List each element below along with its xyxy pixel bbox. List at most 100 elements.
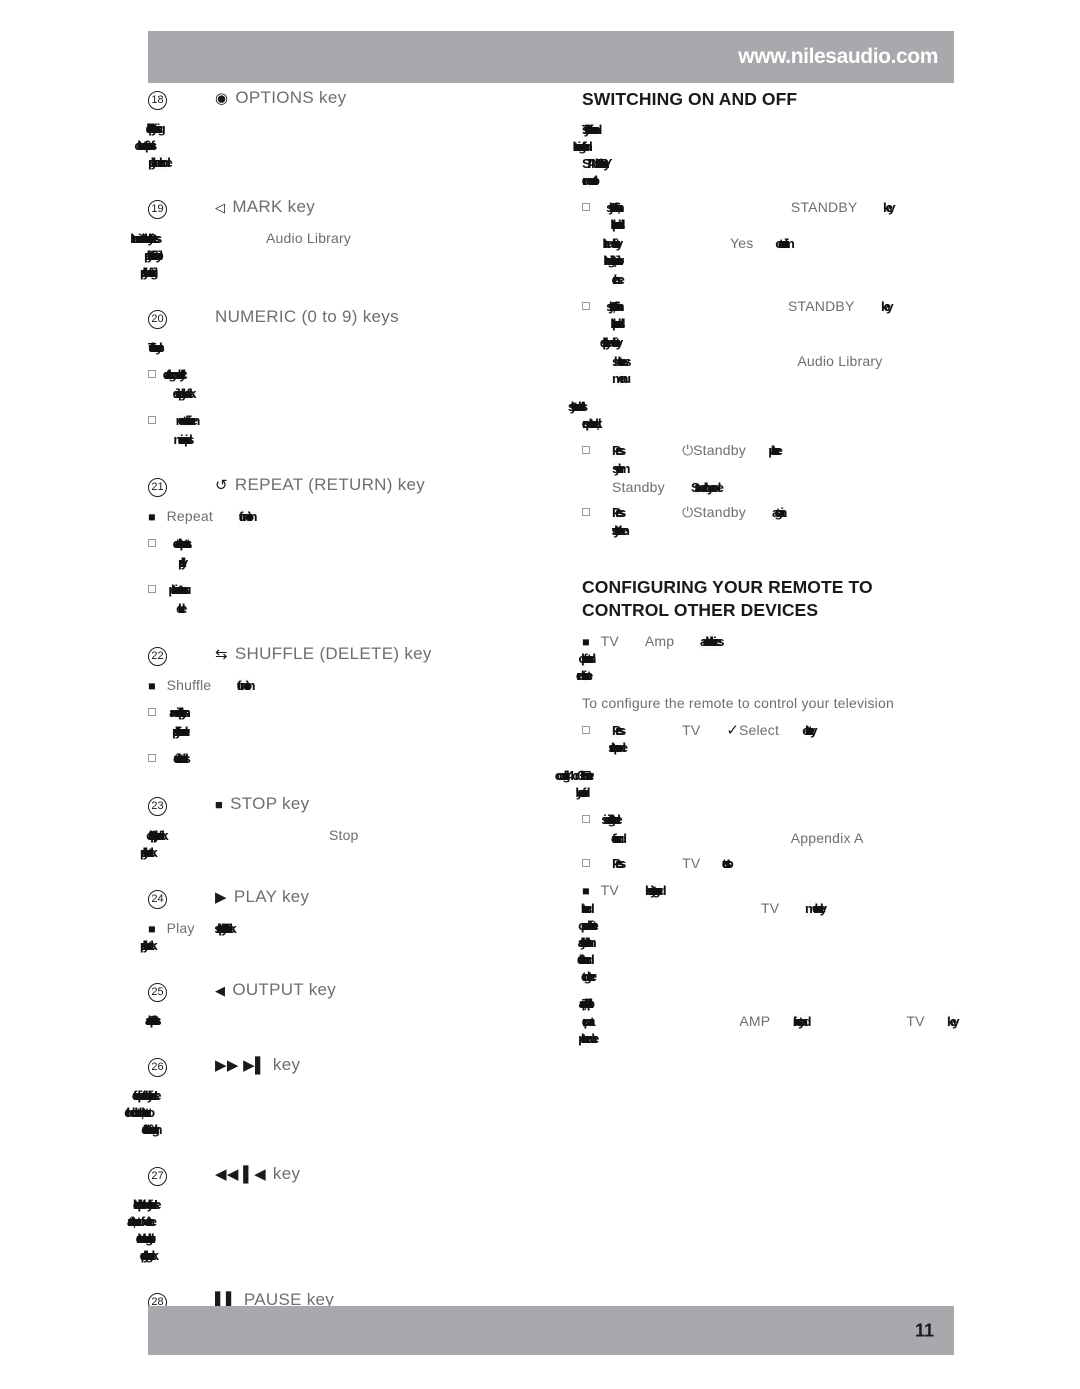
- bullet-line: press and hold the: [612, 317, 619, 331]
- switching-intro: The system can be switched on and off us…: [582, 122, 954, 189]
- bullet-line: found in: [612, 832, 620, 846]
- bullet-line: To switch the system on,: [612, 201, 621, 215]
- note-marker-icon: ■: [582, 635, 589, 649]
- entry-title-row: ↺ REPEAT (RETURN) key: [215, 475, 425, 495]
- configuring-bullet-tv: Press TV ✓ Select key to enter the setup…: [582, 722, 954, 757]
- body-line: respond, check the: [582, 417, 599, 431]
- inline-label-audio-library: Audio Library: [797, 353, 883, 369]
- inline-tail: key: [946, 1015, 960, 1029]
- section-heading-switching: SWITCHING ON AND OFF: [582, 89, 798, 109]
- body-line: The system can be switched: [582, 123, 602, 137]
- entry-title: NUMERIC (0 to 9) keys: [215, 307, 399, 326]
- bullet-item: Press ⏻ Standby to place the system in S…: [582, 442, 954, 495]
- bullet-prefix: Press: [612, 506, 626, 520]
- left-column: 18 ◉ OPTIONS key Pressing this key displ…: [148, 88, 548, 1339]
- right-column: SWITCHING ON AND OFF The system can be s…: [582, 88, 960, 1047]
- inline-label-standby-mode: Standby: [612, 479, 665, 495]
- body-line: Stops playback of the current: [148, 829, 159, 843]
- inline-label-audio-library: Audio Library: [266, 230, 352, 246]
- shuffle-arrows-icon: ⇆: [215, 645, 228, 663]
- entry-title-row: ◉ OPTIONS key: [215, 88, 346, 108]
- inline-tail: to place the: [771, 444, 782, 458]
- entry-title-row: ◁ MARK key: [215, 197, 315, 217]
- repeat-loop-icon: ↺: [215, 476, 228, 494]
- entry-18-body: Pressing this key displays the of option…: [148, 121, 548, 171]
- bullet-line: Standby mode: [690, 481, 724, 495]
- entry-title-row: ■ STOP key: [215, 794, 309, 814]
- inline-tail: mode key: [805, 902, 827, 916]
- bullet-line: release: [612, 273, 625, 287]
- bullet-line: system in: [612, 462, 624, 476]
- inline-label-standby: Standby: [693, 442, 746, 458]
- inline-tail: key: [883, 201, 896, 215]
- bullet-line: returns to the previous menu: [178, 583, 192, 597]
- entry-number: 19: [148, 200, 167, 219]
- body-line: Pressing this key displays the: [148, 122, 156, 136]
- output-speaker-icon: ◀: [215, 982, 226, 998]
- key-entry-22: 22 ⇆ SHUFFLE (DELETE) key: [148, 644, 548, 666]
- bullet-square-icon: [582, 302, 590, 310]
- inline-label-amp: AMP: [739, 1013, 771, 1029]
- entry-27-body: Use this key to skip back to the start o…: [148, 1197, 548, 1264]
- entry-title: OPTIONS key: [235, 88, 347, 107]
- configuring-legible-paragraph: To configure the remote to control your …: [582, 695, 954, 712]
- bullet-item: Press ⏻ Standby again to wake the system: [582, 504, 954, 540]
- entry-number: 23: [148, 797, 167, 816]
- bullet-line: the setup mode: [612, 741, 628, 755]
- switching-post: If the system does not respond, check th…: [582, 399, 954, 432]
- inline-label-tv: TV: [682, 722, 701, 738]
- bullet-square-icon: [148, 754, 156, 762]
- bullet-line: level: [178, 602, 185, 616]
- configuring-footer-block: To operate an amplifier, repeat AMP key …: [582, 996, 960, 1047]
- bullet-line: wake the system: [612, 524, 630, 538]
- bullet-line: required in menus: [178, 433, 194, 447]
- entry-25-body: Selects the audio output zone: [148, 1013, 548, 1029]
- body-line: or hold to rewind through: [148, 1232, 156, 1246]
- entry-number: 21: [148, 478, 167, 497]
- page-number: 11: [914, 1320, 934, 1340]
- entry-22-bullets: plays tracks in random order from a play…: [148, 704, 548, 768]
- entry-number: 27: [148, 1167, 167, 1186]
- key-entry-23: 23 ■ STOP key: [148, 794, 548, 816]
- mark-flag-icon: ◁: [215, 199, 226, 215]
- section-heading-configuring-line2: CONTROL OTHER DEVICES: [582, 600, 819, 620]
- bullet-item: returns to the previous menu level: [148, 581, 548, 618]
- note-marker-icon: ■: [148, 922, 155, 936]
- fast-forward-next-icon: ▶▶ ▶▌: [215, 1056, 266, 1074]
- bullet-prefix: Press: [612, 444, 626, 458]
- bullet-line: enter numeric values when: [178, 414, 201, 428]
- configuring-intro: ■ TV Amp and other devices can be operat…: [582, 633, 954, 684]
- manual-page: www.nilesaudio.com 18 ◉ OPTIONS key Pres…: [0, 0, 1080, 1389]
- bullet-square-icon: [582, 859, 590, 867]
- inline-label-tv: TV: [906, 1013, 925, 1029]
- page-footer-bar: 11: [148, 1306, 954, 1355]
- configuring-bullets-two: the code listing is found in Appendix A …: [582, 811, 954, 871]
- entry-20-body: These keys are used to:: [148, 340, 548, 356]
- entry-title-row: NUMERIC (0 to 9) keys: [215, 307, 399, 327]
- body-line: repeat: [582, 1015, 595, 1029]
- entry-title: OUTPUT key: [232, 980, 337, 999]
- bullet-item: plays tracks in random order from a play…: [148, 704, 548, 741]
- inline-label-tv: TV: [600, 633, 619, 649]
- bullet-square-icon: [148, 416, 156, 424]
- inline-label-select: Select: [738, 722, 780, 738]
- inline-label-yes: Yes: [730, 235, 754, 251]
- bullet-item: enter numeric values when required in me…: [148, 412, 548, 449]
- inline-label-tv: TV: [600, 882, 619, 898]
- section-heading-configuring-line1: CONFIGURING YOUR REMOTE TO: [582, 577, 873, 597]
- key-entry-27: 27 ◀◀ ▌◀ key: [148, 1164, 548, 1186]
- inline-label-standby: STANDBY: [788, 298, 855, 314]
- entry-title: STOP key: [230, 794, 310, 813]
- key-entry-24: 24 ▶ PLAY key: [148, 887, 548, 909]
- bullet-line: deletes the selected item: [178, 752, 187, 766]
- bullet-square-icon: [582, 508, 590, 516]
- entry-title-row: ⇆ SHUFFLE (DELETE) key: [215, 644, 432, 664]
- body-line: and the: [582, 902, 591, 916]
- key-entry-25: 25 ◀ OUTPUT key: [148, 980, 548, 1002]
- inline-label-shuffle: Shuffle: [166, 677, 212, 693]
- bullet-square-icon: [582, 446, 590, 454]
- body-line: both the audio system: [582, 936, 597, 950]
- entry-title: SHUFFLE (DELETE) key: [234, 644, 432, 663]
- inline-label-play: Play: [166, 920, 195, 936]
- entry-number: 25: [148, 983, 167, 1002]
